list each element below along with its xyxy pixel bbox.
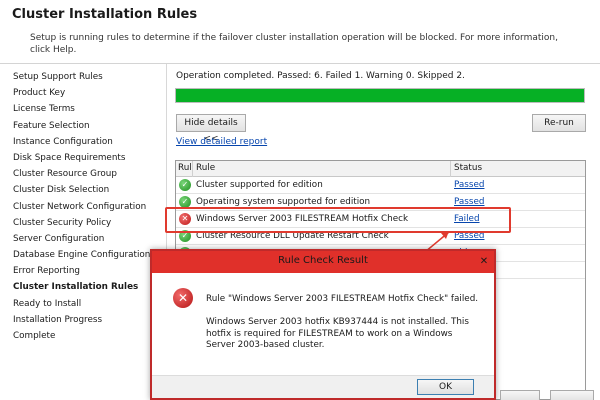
sidebar-item-product-key[interactable]: Product Key [0,85,166,101]
page-title: Cluster Installation Rules [12,7,198,22]
sidebar-item-cluster-network-configuration[interactable]: Cluster Network Configuration [0,199,166,215]
sidebar-item-setup-support-rules[interactable]: Setup Support Rules [0,69,166,85]
next-button[interactable] [550,390,594,400]
dialog-titlebar: Rule Check Result ✕ [152,251,494,273]
view-detailed-report-link[interactable]: View detailed report [176,137,267,147]
check-circle-icon: ✓ [179,179,191,191]
sidebar-item-disk-space-requirements[interactable]: Disk Space Requirements [0,150,166,166]
progress-fill [176,89,584,102]
progress-bar [175,88,585,103]
grid-header: Rul Rule Status [176,161,585,177]
sidebar-list: Setup Support Rules Product Key License Te… [0,64,166,344]
ok-button[interactable]: OK [417,379,474,395]
sidebar-item-cluster-installation-rules[interactable]: Cluster Installation Rules [0,279,166,295]
sidebar-item-instance-configuration[interactable]: Instance Configuration [0,134,166,150]
dialog-message-title: Rule "Windows Server 2003 FILESTREAM Hot… [206,294,479,304]
hide-details-button[interactable]: Hide details << [176,114,246,144]
dialog-message-body: Windows Server 2003 hotfix KB937444 is n… [206,317,469,350]
sidebar-item-cluster-resource-group[interactable]: Cluster Resource Group [0,166,166,182]
dialog-body: ✕ Rule "Windows Server 2003 FILESTREAM H… [152,273,494,377]
sidebar-item-cluster-disk-selection[interactable]: Cluster Disk Selection [0,182,166,198]
rule-check-result-dialog: Rule Check Result ✕ ✕ Rule "Windows Serv… [150,249,496,400]
sidebar-item-license-terms[interactable]: License Terms [0,101,166,117]
sidebar-item-database-engine-configuration[interactable]: Database Engine Configuration [0,247,166,263]
error-circle-icon: ✕ [173,288,193,308]
col-header-status[interactable]: Status [451,161,585,177]
operation-status: Operation completed. Passed: 6. Failed 1… [176,71,465,81]
sidebar-item-installation-progress[interactable]: Installation Progress [0,312,166,328]
dialog-title: Rule Check Result [278,255,368,266]
rerun-button[interactable]: Re-run [532,114,586,132]
sidebar-item-ready-to-install[interactable]: Ready to Install [0,296,166,312]
sidebar-item-complete[interactable]: Complete [0,328,166,344]
sidebar-item-server-configuration[interactable]: Server Configuration [0,231,166,247]
sidebar: Setup Support Rules Product Key License Te… [0,64,167,400]
sidebar-item-feature-selection[interactable]: Feature Selection [0,118,166,134]
rule-name: Cluster supported for edition [196,180,323,190]
rule-status-link[interactable]: Passed [454,177,484,193]
header: Cluster Installation Rules Setup is runn… [0,0,600,64]
page-description: Setup is running rules to determine if t… [30,33,558,55]
back-button[interactable] [500,390,540,400]
dialog-footer: OK [152,375,494,398]
failed-rule-highlight [165,207,511,233]
col-header-rule[interactable]: Rule [193,161,451,177]
table-row[interactable]: ✓ Cluster supported for edition Passed [176,177,585,194]
sidebar-item-cluster-security-policy[interactable]: Cluster Security Policy [0,215,166,231]
close-icon[interactable]: ✕ [477,255,491,268]
col-header-result[interactable]: Rul [176,161,193,177]
sidebar-item-error-reporting[interactable]: Error Reporting [0,263,166,279]
